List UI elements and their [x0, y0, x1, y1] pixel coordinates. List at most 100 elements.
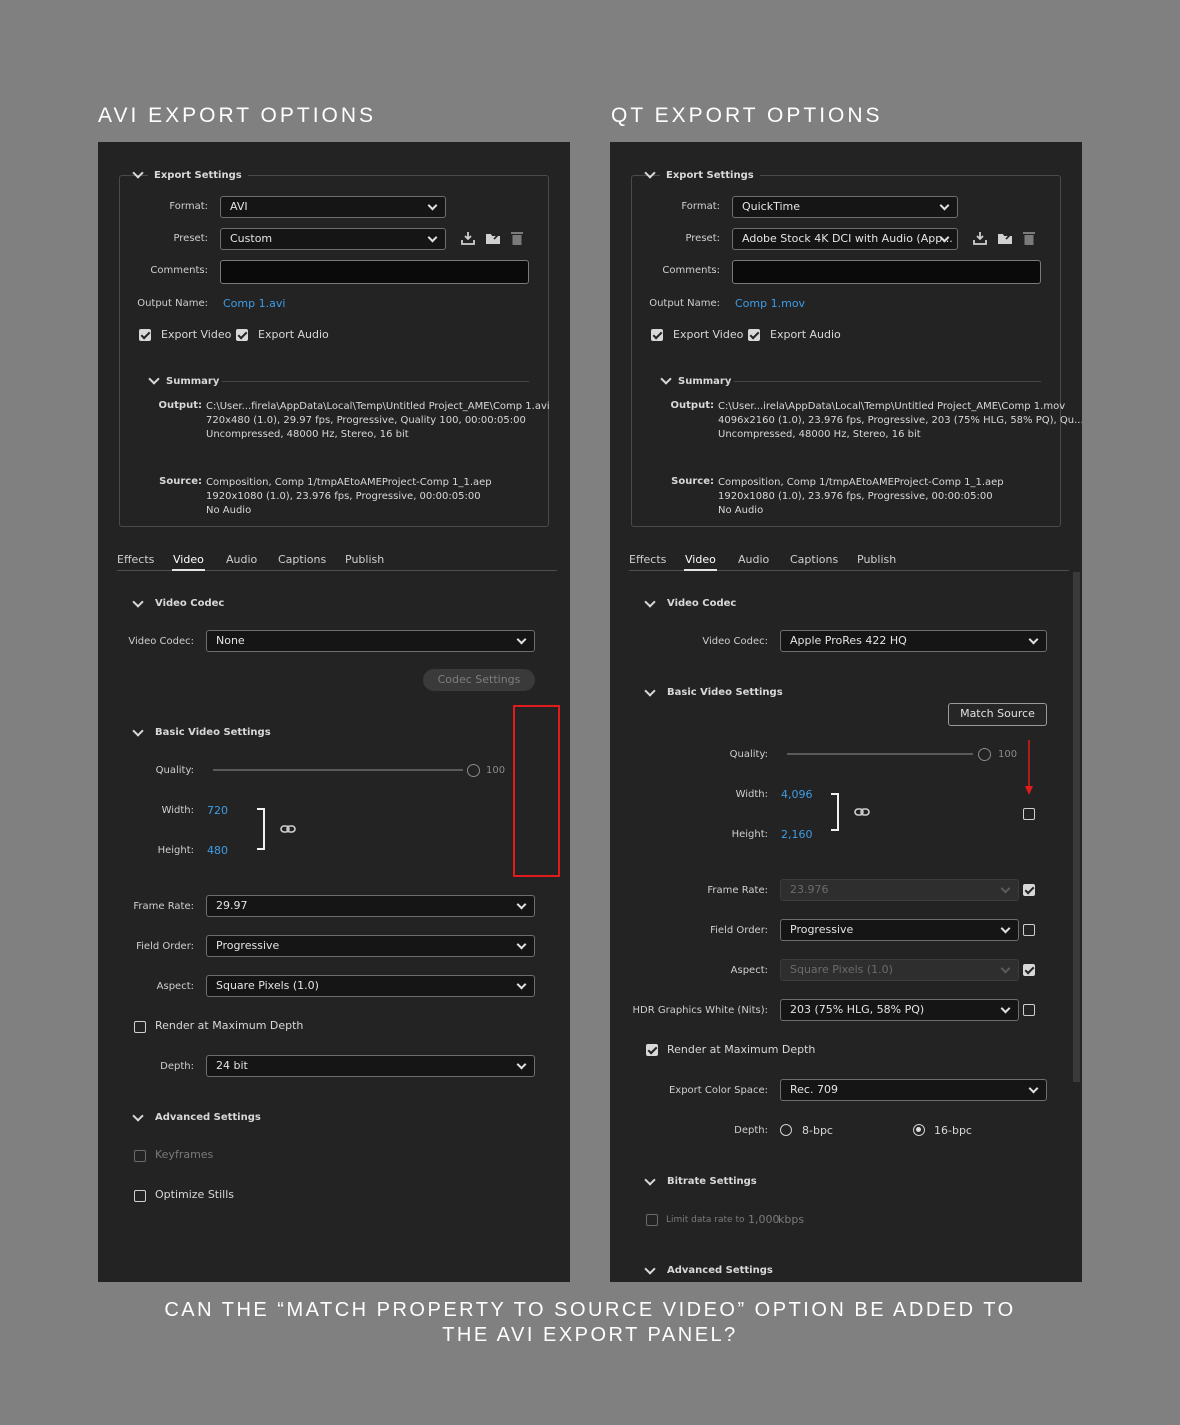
- tab-video-underline: [684, 569, 717, 571]
- codec-settings-button[interactable]: Codec Settings: [423, 669, 535, 691]
- format-dropdown[interactable]: QuickTime: [732, 196, 958, 218]
- aspect-dropdown[interactable]: Square Pixels (1.0): [206, 975, 535, 997]
- chain-link-icon[interactable]: [280, 823, 296, 835]
- limit-data-rate-checkbox[interactable]: [646, 1214, 658, 1226]
- quality-slider-track[interactable]: [213, 769, 463, 771]
- height-value[interactable]: 480: [207, 844, 228, 857]
- export-video-label: Export Video: [161, 328, 232, 341]
- tab-publish[interactable]: Publish: [345, 553, 384, 566]
- depth-8bpc-radio[interactable]: [780, 1124, 792, 1136]
- hdr-dropdown[interactable]: 203 (75% HLG, 58% PQ): [780, 999, 1019, 1021]
- video-codec-dropdown[interactable]: Apple ProRes 422 HQ: [780, 630, 1047, 652]
- chevron-down-icon: [516, 634, 527, 645]
- chevron-down-icon[interactable]: [644, 685, 656, 697]
- frame-rate-dropdown[interactable]: 29.97: [206, 895, 535, 917]
- advanced-settings-title: Advanced Settings: [155, 1112, 261, 1123]
- height-label: Height:: [731, 829, 768, 840]
- chevron-down-icon[interactable]: [132, 725, 144, 737]
- match-aspect-checkbox[interactable]: [1023, 964, 1035, 976]
- render-max-depth-checkbox[interactable]: [134, 1021, 146, 1033]
- preset-dropdown[interactable]: Adobe Stock 4K DCI with Audio (App...: [732, 228, 958, 250]
- depth-label: Depth:: [160, 1061, 194, 1072]
- depth-dropdown[interactable]: 24 bit: [206, 1055, 535, 1077]
- comments-input[interactable]: [220, 260, 529, 284]
- width-value[interactable]: 4,096: [781, 788, 813, 801]
- qt-export-panel: Export Settings Format: QuickTime Preset…: [610, 142, 1082, 1282]
- render-max-depth-label: Render at Maximum Depth: [155, 1019, 304, 1032]
- export-audio-checkbox[interactable]: [748, 329, 760, 341]
- export-audio-checkbox[interactable]: [236, 329, 248, 341]
- summary-source-label: Source:: [159, 476, 202, 487]
- tab-effects[interactable]: Effects: [117, 553, 154, 566]
- output-name-label: Output Name:: [137, 298, 208, 309]
- download-icon[interactable]: [972, 230, 988, 246]
- quality-slider-track[interactable]: [787, 753, 973, 755]
- chain-link-icon[interactable]: [854, 806, 870, 818]
- match-hdr-checkbox[interactable]: [1023, 1004, 1035, 1016]
- width-value[interactable]: 720: [207, 804, 228, 817]
- tab-captions[interactable]: Captions: [278, 553, 326, 566]
- width-label: Width:: [161, 805, 194, 816]
- tab-video[interactable]: Video: [173, 553, 204, 566]
- tab-video[interactable]: Video: [685, 553, 716, 566]
- chevron-down-icon[interactable]: [132, 596, 144, 608]
- match-frame-rate-checkbox[interactable]: [1023, 884, 1035, 896]
- output-name-link[interactable]: Comp 1.avi: [223, 297, 285, 310]
- limit-data-rate-unit: kbps: [778, 1213, 805, 1226]
- folder-import-icon[interactable]: [485, 230, 501, 246]
- chevron-down-icon: [516, 939, 527, 950]
- field-order-dropdown[interactable]: Progressive: [780, 919, 1019, 941]
- keyframes-checkbox[interactable]: [134, 1150, 146, 1162]
- export-color-space-dropdown[interactable]: Rec. 709: [780, 1079, 1047, 1101]
- depth-16bpc-label: 16-bpc: [934, 1124, 972, 1137]
- preset-dropdown[interactable]: Custom: [220, 228, 446, 250]
- match-source-button[interactable]: Match Source: [948, 703, 1047, 726]
- chevron-down-icon[interactable]: [132, 1110, 144, 1122]
- video-codec-dropdown[interactable]: None: [206, 630, 535, 652]
- quality-label: Quality:: [729, 749, 768, 760]
- chevron-down-icon[interactable]: [644, 596, 656, 608]
- tab-publish[interactable]: Publish: [857, 553, 896, 566]
- match-field-order-checkbox[interactable]: [1023, 924, 1035, 936]
- export-video-checkbox[interactable]: [651, 329, 663, 341]
- match-size-checkbox[interactable]: [1023, 808, 1035, 820]
- trash-icon[interactable]: [1022, 230, 1036, 246]
- chevron-down-icon: [516, 1059, 527, 1070]
- output-name-link[interactable]: Comp 1.mov: [735, 297, 805, 310]
- limit-data-rate-value[interactable]: 1,000: [748, 1213, 780, 1226]
- aspect-dropdown[interactable]: Square Pixels (1.0): [780, 959, 1019, 981]
- chevron-down-icon: [1028, 1083, 1039, 1094]
- height-value[interactable]: 2,160: [781, 828, 813, 841]
- tab-audio[interactable]: Audio: [226, 553, 257, 566]
- trash-icon[interactable]: [510, 230, 524, 246]
- video-codec-label: Video Codec:: [128, 636, 194, 647]
- field-order-dropdown[interactable]: Progressive: [206, 935, 535, 957]
- render-max-depth-checkbox[interactable]: [646, 1044, 658, 1056]
- tab-captions[interactable]: Captions: [790, 553, 838, 566]
- keyframes-label: Keyframes: [155, 1148, 214, 1161]
- frame-rate-label: Frame Rate:: [707, 885, 768, 896]
- preset-label: Preset:: [685, 233, 720, 244]
- export-video-label: Export Video: [673, 328, 744, 341]
- bitrate-settings-title: Bitrate Settings: [667, 1176, 757, 1187]
- scrollbar-thumb[interactable]: [1073, 572, 1080, 1082]
- format-dropdown[interactable]: AVI: [220, 196, 446, 218]
- tab-audio[interactable]: Audio: [738, 553, 769, 566]
- download-icon[interactable]: [460, 230, 476, 246]
- optimize-stills-checkbox[interactable]: [134, 1190, 146, 1202]
- quality-slider-knob[interactable]: [978, 748, 991, 761]
- quality-value: 100: [998, 749, 1018, 760]
- chevron-down-icon[interactable]: [644, 1174, 656, 1186]
- tab-effects[interactable]: Effects: [629, 553, 666, 566]
- chevron-down-icon[interactable]: [644, 1263, 656, 1275]
- comments-input[interactable]: [732, 260, 1041, 284]
- height-label: Height:: [157, 845, 194, 856]
- depth-16bpc-radio[interactable]: [913, 1124, 925, 1136]
- folder-import-icon[interactable]: [997, 230, 1013, 246]
- chevron-down-icon: [1000, 963, 1011, 974]
- export-video-checkbox[interactable]: [139, 329, 151, 341]
- quality-slider-knob[interactable]: [467, 764, 480, 777]
- limit-data-rate-label: Limit data rate to: [666, 1215, 745, 1225]
- frame-rate-dropdown[interactable]: 23.976: [780, 879, 1019, 901]
- video-codec-section-title: Video Codec: [667, 598, 737, 609]
